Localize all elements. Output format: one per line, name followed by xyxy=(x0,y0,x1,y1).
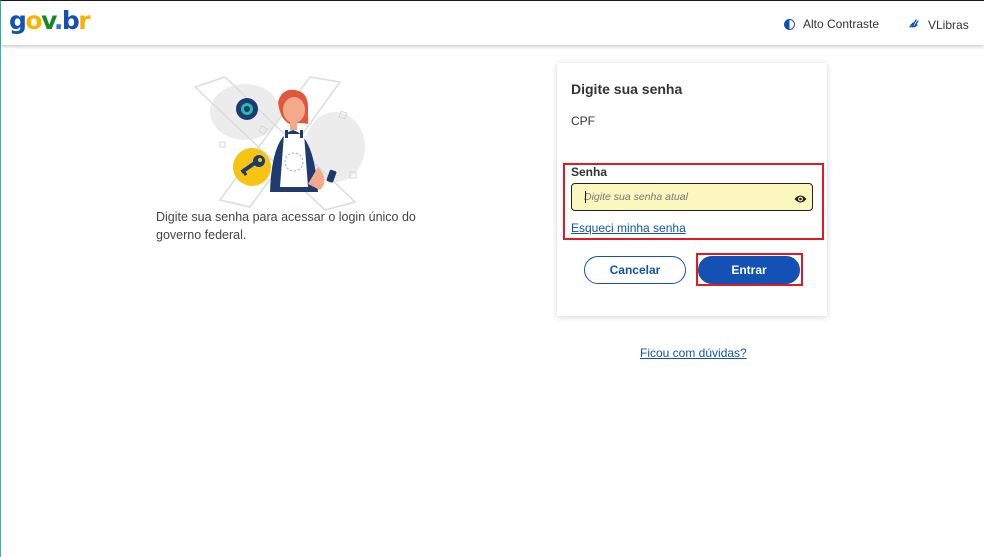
vlibras-label: VLibras xyxy=(928,17,969,32)
intro-text: Digite sua senha para acessar o login ún… xyxy=(156,210,416,242)
eye-icon[interactable] xyxy=(794,191,807,209)
login-illustration xyxy=(190,72,400,212)
page-frame xyxy=(0,0,984,557)
logo-letter: v xyxy=(41,6,55,35)
password-label: Senha xyxy=(571,165,608,179)
card-title: Digite sua senha xyxy=(571,81,683,97)
help-link[interactable]: Ficou com dúvidas? xyxy=(640,346,747,360)
top-header: gov.br Alto Contraste VLibras xyxy=(1,1,984,45)
enter-button[interactable]: Entrar xyxy=(698,256,800,284)
sign-language-icon xyxy=(908,17,920,32)
logo-letter: r xyxy=(78,6,90,35)
logo-letter: b xyxy=(61,6,80,35)
high-contrast-label: Alto Contraste xyxy=(803,17,880,31)
logo-letter: . xyxy=(53,6,64,35)
password-field[interactable] xyxy=(571,183,813,211)
logo-letter: g xyxy=(9,6,27,35)
logo-letter: o xyxy=(25,6,42,35)
password-input[interactable] xyxy=(584,184,784,209)
cancel-button[interactable]: Cancelar xyxy=(584,256,686,284)
high-contrast-button[interactable]: Alto Contraste xyxy=(784,17,879,31)
gov-br-logo[interactable]: gov.br xyxy=(9,6,91,36)
contrast-icon xyxy=(784,18,795,30)
vlibras-button[interactable]: VLibras xyxy=(908,17,969,32)
text-caret xyxy=(585,191,586,203)
forgot-password-link[interactable]: Esqueci minha senha xyxy=(571,221,686,235)
cpf-label: CPF xyxy=(571,114,595,128)
